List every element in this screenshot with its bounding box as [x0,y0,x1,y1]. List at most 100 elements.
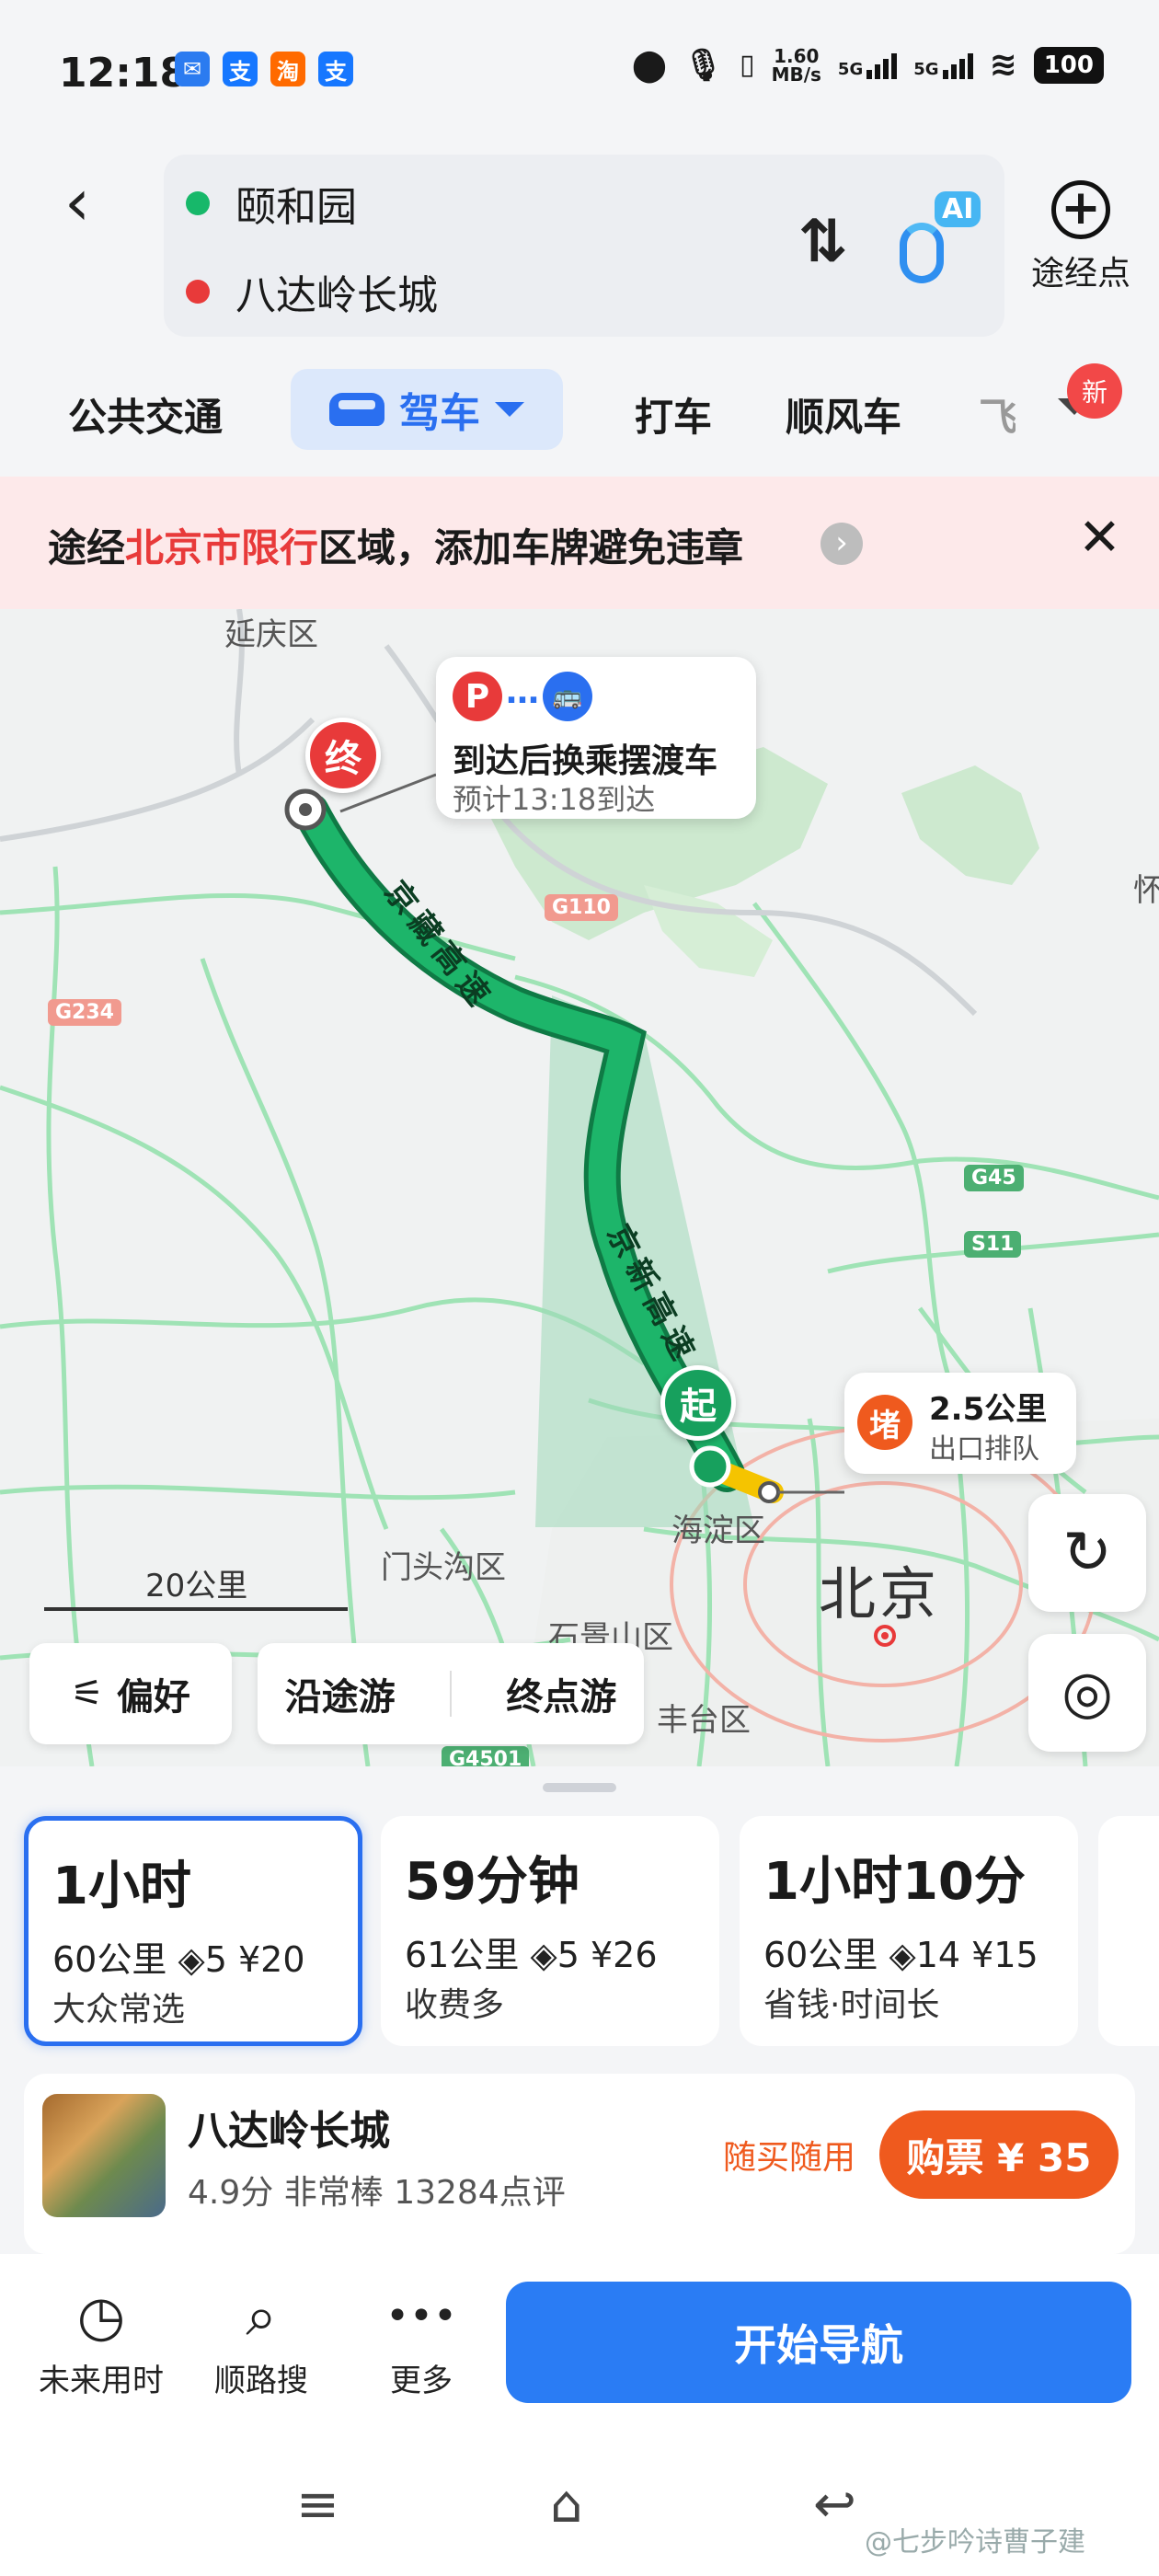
start-pin[interactable]: 起 [660,1365,736,1441]
mic-icon: 🎙 [683,46,724,84]
battery-indicator: 100 [1033,46,1104,84]
district-label: 延庆区 [224,616,318,653]
wifi-icon: ≋ [989,46,1017,84]
jam-marker [758,1481,780,1503]
destination-dot-icon [186,280,210,304]
district-label: 丰台区 [657,1702,751,1739]
alipay-icon: 支 [318,52,353,86]
search-along-button[interactable]: ⌕ 顺路搜 [188,2282,335,2400]
banner-highlight: 北京市限行 [125,525,319,570]
car-icon [329,393,384,426]
menu-icon[interactable]: ≡ [296,2475,339,2535]
add-waypoint-button[interactable]: + 途经点 [1021,180,1141,294]
start-navigation-button[interactable]: 开始导航 [506,2282,1131,2403]
parking-icon: P [453,672,502,721]
district-label: 怀 [1133,872,1159,909]
alipay-icon: 支 [223,52,258,86]
tab-taxi[interactable]: 打车 [635,386,712,443]
clock: 12:18 [59,50,189,97]
tab-flight[interactable]: 飞 [979,386,1016,443]
waypoint-label: 途经点 [1030,255,1130,293]
road-badge: G110 [545,894,618,921]
map-view[interactable]: 延庆区 怀 海淀区 门头沟区 石景山区 丰台区 北京 G110 G234 G45… [0,609,1159,1766]
tour-chip-group: 沿途游 终点游 [258,1643,644,1744]
back-icon[interactable]: ↩ [813,2475,856,2535]
origin-field[interactable]: 颐和园 [186,162,357,245]
search-icon: ⌕ [246,2284,277,2349]
road-badge: G4501 [442,1746,530,1766]
vibrate-icon: ▯ [740,49,755,81]
locate-button[interactable]: ◎ [1028,1634,1146,1752]
tab-drive-label: 驾车 [399,390,480,437]
back-button[interactable]: ‹ [64,170,120,244]
route-tag: 收费多 [405,1986,505,2024]
shuttle-bus-icon: 🚌 [543,672,592,721]
taobao-icon: 淘 [270,52,305,86]
swap-icon[interactable]: ⇅ [798,208,848,276]
destination-tour-button[interactable]: 终点游 [506,1667,616,1720]
jam-distance: 2.5公里 [929,1391,1048,1428]
origin-dot-icon [186,191,210,215]
destination-poi-card[interactable]: 八达岭长城 4.9分 非常棒 13284点评 随买随用 购票 ¥ 35 [24,2074,1135,2254]
traffic-light-icon: ◈ [530,1935,557,1975]
transport-mode-tabs: 公共交通 驾车 打车 顺风车 飞 新 [0,363,1159,465]
chevron-down-icon [495,402,524,417]
tab-drive[interactable]: 驾车 [291,369,563,450]
system-indicators: ⬤ 🎙 ▯ 1.60 MB/s 5G 5G ≋ 100 [632,46,1104,84]
drag-handle[interactable] [543,1783,616,1792]
restriction-banner[interactable]: 途经北京市限行区域，添加车牌避免违章 › ✕ [0,477,1159,609]
new-badge: 新 [1067,363,1122,419]
route-input-box: 颐和园 八达岭长城 ⇅ AI [164,155,1004,337]
route-option-card-partial[interactable] [1098,1816,1159,2046]
route-duration: 1小时10分 [763,1852,1026,1912]
clock-icon: ◷ [76,2284,126,2349]
jam-icon: 堵 [857,1395,912,1450]
tab-carpool[interactable]: 顺风车 [786,386,901,443]
route-option-card[interactable]: 1小时 60公里 ◈5 ¥20 大众常选 [24,1816,362,2046]
district-label: 海淀区 [671,1512,765,1549]
status-bar: 12:18 ✉ 支 淘 支 ⬤ 🎙 ▯ 1.60 MB/s 5G 5G ≋ 10… [0,0,1159,147]
ellipsis-icon: … [506,673,539,711]
ai-badge: AI [935,191,981,227]
origin-text: 颐和园 [235,184,357,231]
refresh-button[interactable]: ↻ [1028,1494,1146,1612]
city-label: 北京 [819,1560,941,1627]
road-badge: G45 [964,1165,1024,1191]
home-icon[interactable]: ⌂ [550,2475,583,2535]
destination-field[interactable]: 八达岭长城 [186,250,438,333]
along-route-tour-button[interactable]: 沿途游 [285,1667,396,1720]
route-option-card[interactable]: 1小时10分 60公里 ◈14 ¥15 省钱·时间长 [740,1816,1078,2046]
buy-ticket-button[interactable]: 购票 ¥ 35 [879,2110,1119,2199]
banner-text: 途经北京市限行区域，添加车牌避免违章 [48,525,744,570]
destination-text: 八达岭长城 [235,272,438,319]
future-time-button[interactable]: ◷ 未来用时 [28,2282,175,2400]
watermark: @七步吟诗曹子建 [865,2526,1085,2559]
route-duration: 1小时 [52,1857,191,1916]
ai-voice-button[interactable]: AI [900,191,982,283]
preference-button[interactable]: ⚟ 偏好 [29,1643,232,1744]
more-button[interactable]: ••• 更多 [348,2282,495,2400]
chat-icon: ✉ [175,52,210,86]
refresh-icon: ↻ [1062,1519,1112,1587]
park-area [901,765,1039,885]
more-icon: ••• [385,2293,457,2340]
poi-promo: 随买随用 [723,2139,856,2177]
poi-thumbnail [42,2094,166,2217]
district-label: 门头沟区 [381,1549,506,1586]
close-icon[interactable]: ✕ [1078,508,1121,568]
arrival-callout[interactable]: P … 🚌 到达后换乘摆渡车 预计13:18到达 [436,657,756,819]
chevron-right-icon[interactable]: › [820,523,863,565]
route-sheet: 1小时 60公里 ◈5 ¥20 大众常选 59分钟 61公里 ◈5 ¥26 收费… [0,1766,1159,2254]
route-meta: 61公里 ◈5 ¥26 [405,1935,658,1975]
system-navigation-bar: ≡ ⌂ ↩ @七步吟诗曹子建 [0,2438,1159,2576]
preference-label: 偏好 [116,1676,190,1719]
tab-transit[interactable]: 公共交通 [68,386,223,443]
road-badge: S11 [964,1231,1022,1258]
end-pin[interactable]: 终 [305,718,381,793]
route-tag: 省钱·时间长 [763,1986,940,2024]
route-option-card[interactable]: 59分钟 61公里 ◈5 ¥26 收费多 [381,1816,719,2046]
traffic-jam-callout[interactable]: 堵 2.5公里 出口排队 [844,1373,1076,1474]
net-speed: 1.60 MB/s [771,44,821,86]
locate-icon: ◎ [1061,1659,1113,1727]
location-icon: ⬤ [631,46,667,84]
